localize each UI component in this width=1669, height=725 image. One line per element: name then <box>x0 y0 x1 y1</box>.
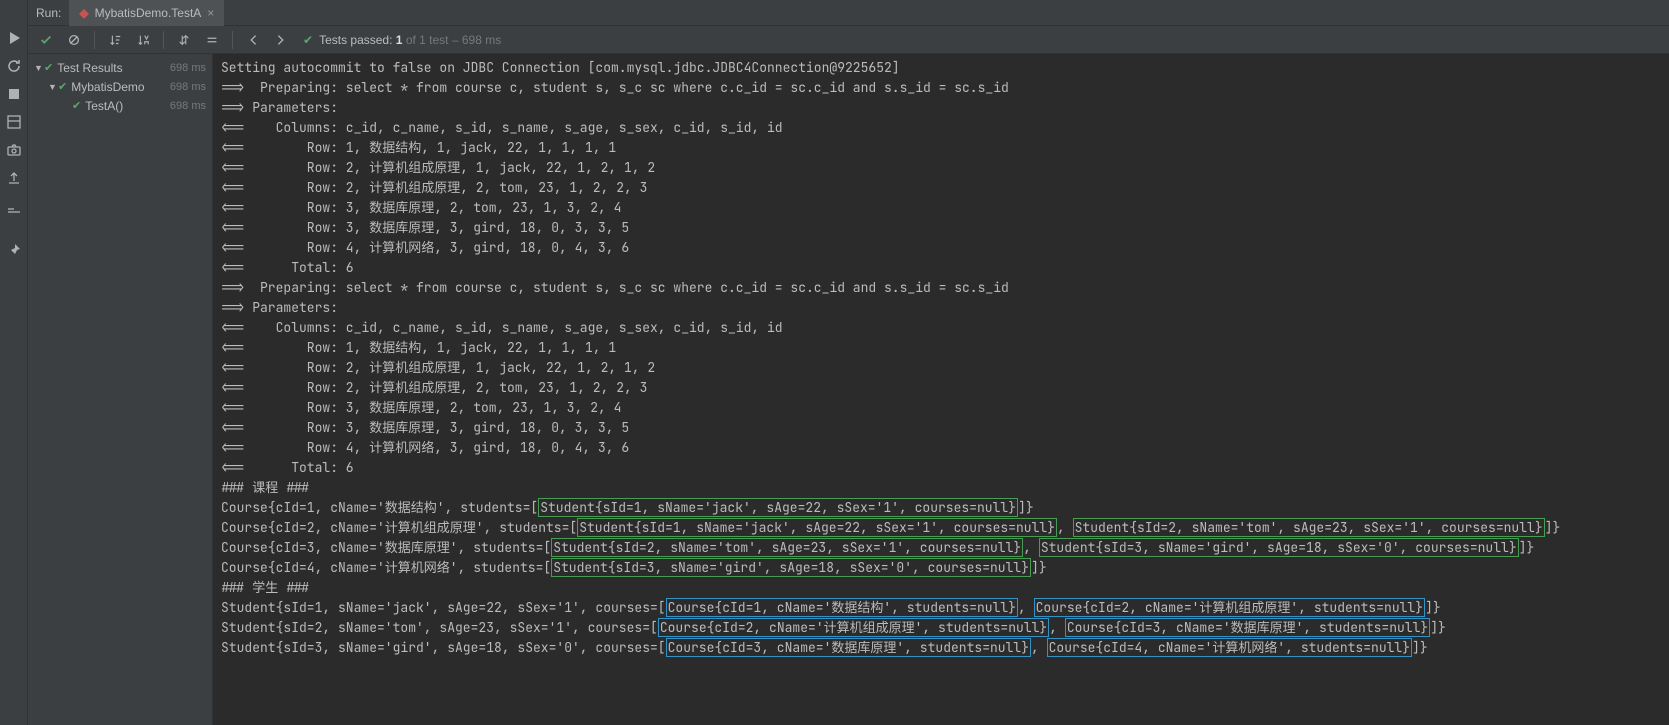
console-line: <== Columns: c_id, c_name, s_id, s_name,… <box>221 318 1661 338</box>
tree-leaf[interactable]: ✔ TestA() 698 ms <box>28 96 212 115</box>
highlight-course: Course{cId=1, cName='数据结构', students=nul… <box>666 598 1018 617</box>
console-line: Student{sId=3, sName='gird', sAge=18, sS… <box>221 638 1661 658</box>
console-output[interactable]: Setting autocommit to false on JDBC Conn… <box>213 54 1669 725</box>
console-line: Setting autocommit to false on JDBC Conn… <box>221 58 1661 78</box>
export-icon[interactable] <box>6 170 22 186</box>
highlight-course: Course{cId=2, cName='计算机组成原理', students=… <box>1034 598 1425 617</box>
highlight-student: Student{sId=2, sName='tom', sAge=23, sSe… <box>1073 518 1545 537</box>
run-header: Run: ◆ MybatisDemo.TestA × <box>28 0 1669 26</box>
tree-root[interactable]: ▼ ✔ Test Results 698 ms <box>28 58 212 77</box>
console-line: ==> Preparing: select * from course c, s… <box>221 78 1661 98</box>
console-line: <== Row: 3, 数据库原理, 3, gird, 18, 0, 3, 3,… <box>221 418 1661 438</box>
highlight-course: Course{cId=3, cName='数据库原理', students=nu… <box>666 638 1031 657</box>
console-line: Student{sId=1, sName='jack', sAge=22, sS… <box>221 598 1661 618</box>
camera-icon[interactable] <box>6 142 22 158</box>
tree-node-label: TestA() <box>85 99 170 113</box>
console-line: <== Total: 6 <box>221 458 1661 478</box>
console-line: <== Row: 2, 计算机组成原理, 2, tom, 23, 1, 2, 2… <box>221 178 1661 198</box>
stop-icon[interactable] <box>6 86 22 102</box>
highlight-student: Student{sId=1, sName='jack', sAge=22, sS… <box>577 518 1057 537</box>
status-prefix: Tests passed: <box>319 33 392 47</box>
rerun-icon[interactable] <box>6 58 22 74</box>
check-icon: ✔ <box>303 33 313 47</box>
prev-icon[interactable] <box>241 29 265 51</box>
console-line: <== Row: 3, 数据库原理, 3, gird, 18, 0, 3, 3,… <box>221 218 1661 238</box>
expand-icon[interactable] <box>172 29 196 51</box>
chevron-down-icon[interactable]: ▼ <box>48 82 58 92</box>
status-time: – 698 ms <box>452 33 501 47</box>
sort-alpha-icon[interactable] <box>131 29 155 51</box>
chevron-down-icon[interactable]: ▼ <box>34 63 44 73</box>
console-line: Course{cId=2, cName='计算机组成原理', students=… <box>221 518 1661 538</box>
console-line: <== Row: 3, 数据库原理, 2, tom, 23, 1, 3, 2, … <box>221 398 1661 418</box>
console-line: ### 学生 ### <box>221 578 1661 598</box>
console-line: <== Row: 3, 数据库原理, 2, tom, 23, 1, 3, 2, … <box>221 198 1661 218</box>
highlight-course: Course{cId=3, cName='数据库原理', students=nu… <box>1065 618 1430 637</box>
test-toolbar: ✔ Tests passed: 1 of 1 test – 698 ms <box>28 26 1669 54</box>
check-icon: ✔ <box>44 61 53 74</box>
main-area: Run: ◆ MybatisDemo.TestA × <box>28 0 1669 725</box>
disabled-icon[interactable] <box>62 29 86 51</box>
highlight-student: Student{sId=2, sName='tom', sAge=23, sSe… <box>551 538 1023 557</box>
divider-icon <box>6 204 22 220</box>
tree-node-time: 698 ms <box>170 81 206 93</box>
check-icon: ✔ <box>72 99 81 112</box>
tree-node-time: 698 ms <box>170 100 206 112</box>
console-line: <== Row: 1, 数据结构, 1, jack, 22, 1, 1, 1, … <box>221 138 1661 158</box>
run-config-icon: ◆ <box>79 6 88 20</box>
highlight-course: Course{cId=4, cName='计算机网络', students=nu… <box>1047 638 1412 657</box>
console-line: <== Row: 2, 计算机组成原理, 2, tom, 23, 1, 2, 2… <box>221 378 1661 398</box>
console-line: ### 课程 ### <box>221 478 1661 498</box>
toolbar-sep <box>94 31 95 49</box>
toolbar-sep <box>163 31 164 49</box>
highlight-student: Student{sId=1, sName='jack', sAge=22, sS… <box>538 498 1018 517</box>
console-line: <== Row: 2, 计算机组成原理, 1, jack, 22, 1, 2, … <box>221 158 1661 178</box>
console-line: <== Row: 4, 计算机网络, 3, gird, 18, 0, 4, 3,… <box>221 238 1661 258</box>
console-line: <== Columns: c_id, c_name, s_id, s_name,… <box>221 118 1661 138</box>
run-icon[interactable] <box>6 30 22 46</box>
tests-status: ✔ Tests passed: 1 of 1 test – 698 ms <box>303 33 501 47</box>
layout-icon[interactable] <box>6 114 22 130</box>
status-of: of 1 test <box>406 33 449 47</box>
run-tab-label: MybatisDemo.TestA <box>95 6 202 20</box>
pin-icon[interactable] <box>6 242 22 258</box>
tree-node-label: Test Results <box>57 61 170 75</box>
tree-node-label: MybatisDemo <box>71 80 170 94</box>
status-count: 1 <box>396 33 403 47</box>
console-line: Student{sId=2, sName='tom', sAge=23, sSe… <box>221 618 1661 638</box>
console-line: <== Row: 1, 数据结构, 1, jack, 22, 1, 1, 1, … <box>221 338 1661 358</box>
run-label: Run: <box>28 6 69 20</box>
console-line: ==> Parameters: <box>221 298 1661 318</box>
highlight-student: Student{sId=3, sName='gird', sAge=18, sS… <box>551 558 1031 577</box>
run-tab[interactable]: ◆ MybatisDemo.TestA × <box>69 0 224 26</box>
console-line: <== Row: 4, 计算机网络, 3, gird, 18, 0, 4, 3,… <box>221 438 1661 458</box>
console-line: Course{cId=3, cName='数据库原理', students=[S… <box>221 538 1661 558</box>
toolbar-sep <box>232 31 233 49</box>
close-icon[interactable]: × <box>207 6 214 20</box>
console-line: <== Row: 2, 计算机组成原理, 1, jack, 22, 1, 2, … <box>221 358 1661 378</box>
tree-node-time: 698 ms <box>170 62 206 74</box>
console-line: Course{cId=4, cName='计算机网络', students=[S… <box>221 558 1661 578</box>
tree-node[interactable]: ▼ ✔ MybatisDemo 698 ms <box>28 77 212 96</box>
console-line: Course{cId=1, cName='数据结构', students=[St… <box>221 498 1661 518</box>
console-line: ==> Preparing: select * from course c, s… <box>221 278 1661 298</box>
console-line: <== Total: 6 <box>221 258 1661 278</box>
console-line: ==> Parameters: <box>221 98 1661 118</box>
sort-down-icon[interactable] <box>103 29 127 51</box>
check-icon[interactable] <box>34 29 58 51</box>
highlight-course: Course{cId=2, cName='计算机组成原理', students=… <box>658 618 1049 637</box>
collapse-icon[interactable] <box>200 29 224 51</box>
ide-left-gutter <box>0 0 28 725</box>
next-icon[interactable] <box>269 29 293 51</box>
test-tree: ▼ ✔ Test Results 698 ms ▼ ✔ MybatisDemo … <box>28 54 213 725</box>
highlight-student: Student{sId=3, sName='gird', sAge=18, sS… <box>1039 538 1519 557</box>
check-icon: ✔ <box>58 80 67 93</box>
body-split: ▼ ✔ Test Results 698 ms ▼ ✔ MybatisDemo … <box>28 54 1669 725</box>
